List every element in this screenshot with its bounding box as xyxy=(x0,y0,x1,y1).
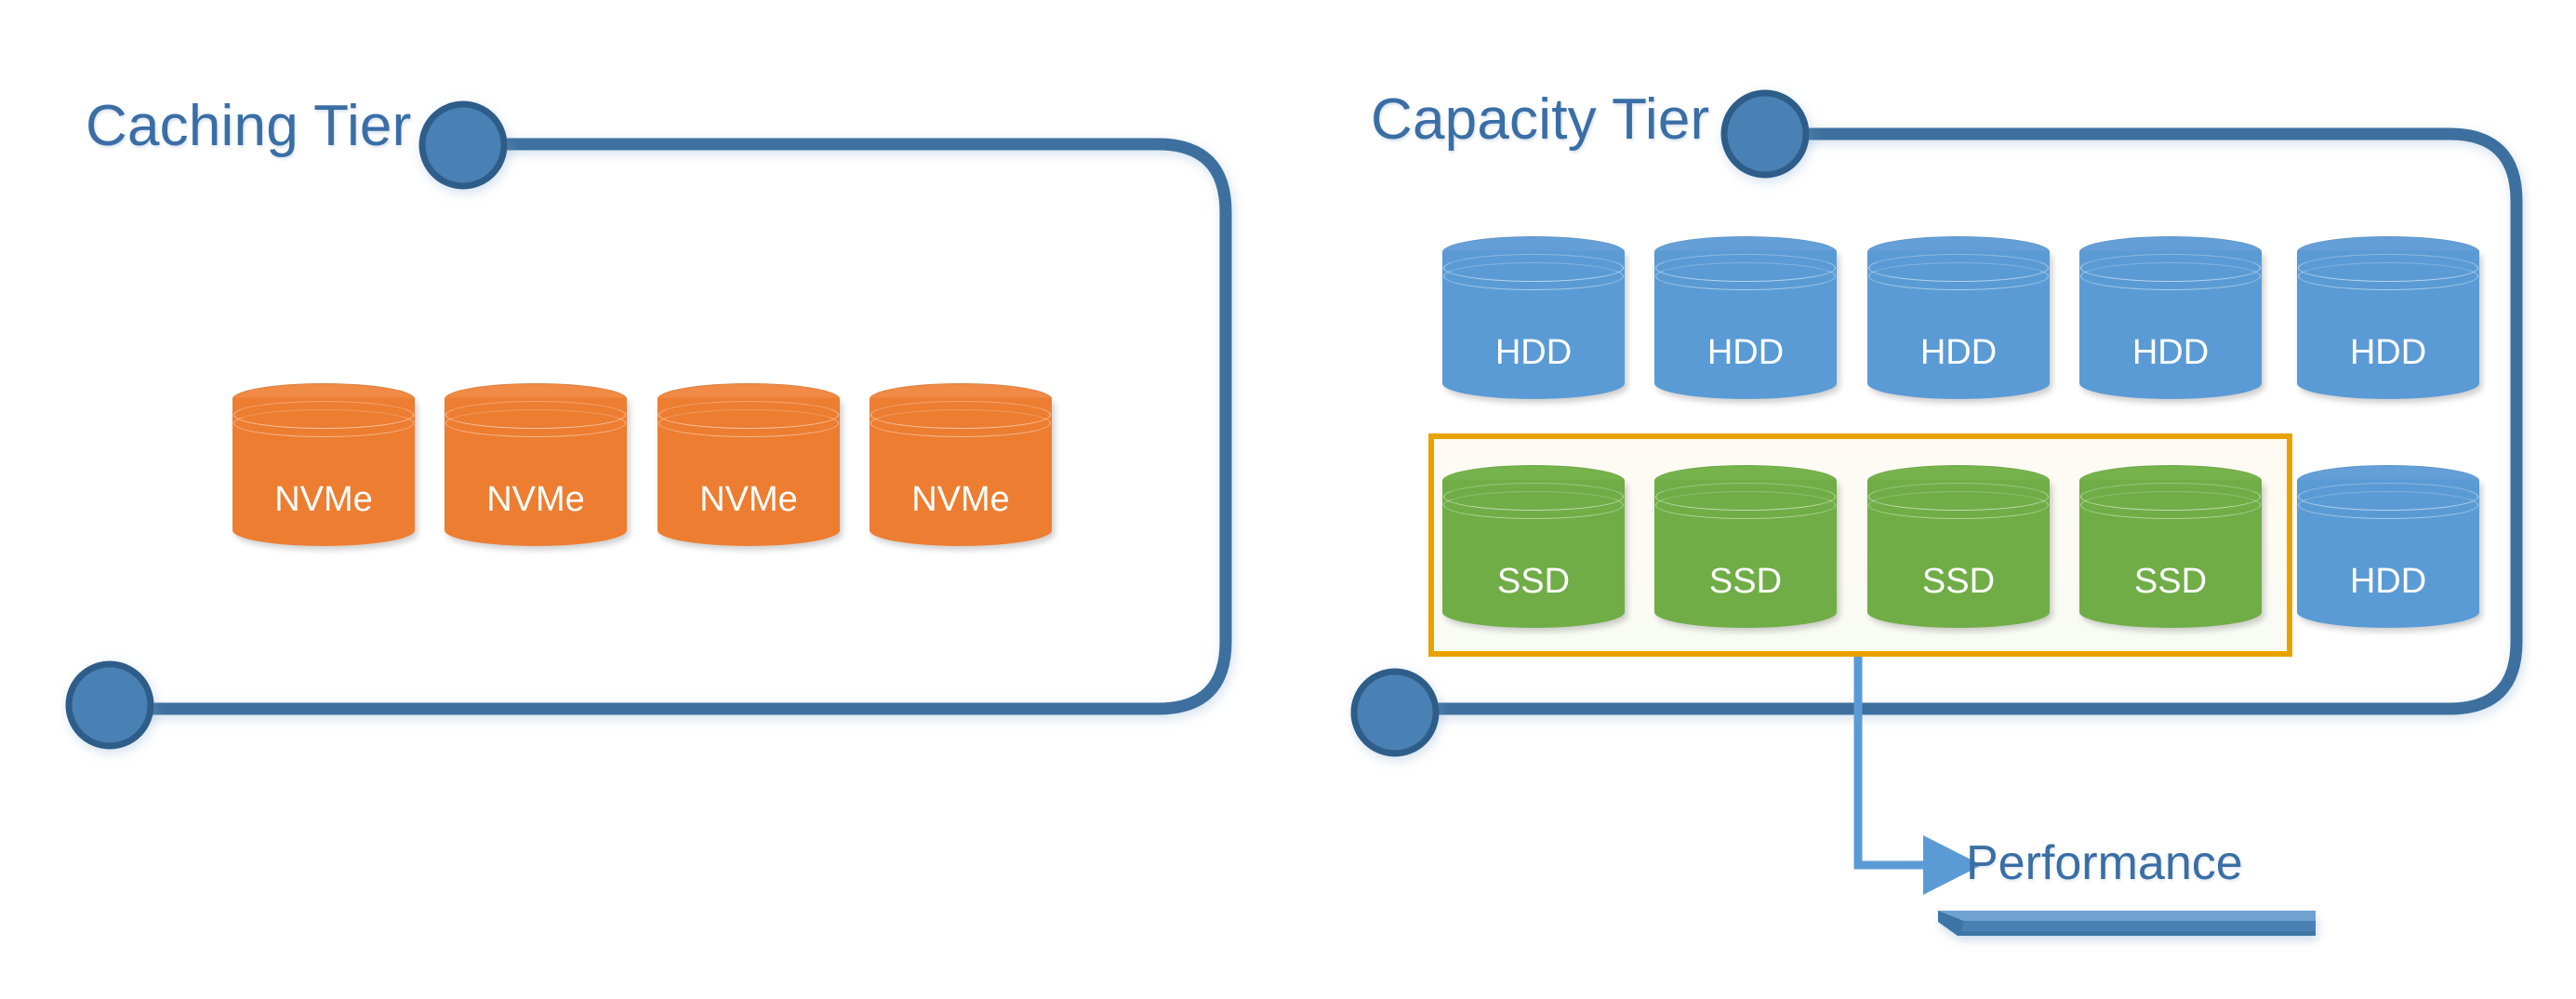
caching-tier-top-node xyxy=(418,100,508,190)
drive-ssd-2[interactable]: SSD xyxy=(1654,465,1837,628)
performance-connector-arrow xyxy=(1853,657,1982,895)
caching-tier-bottom-node xyxy=(65,660,154,750)
drive-label-hdd-top-3: HDD xyxy=(1919,333,1998,372)
drive-label-ssd-2: SSD xyxy=(1708,562,1783,601)
cylinder-ring2-ssd-4 xyxy=(2080,491,2261,519)
drive-nvme-1[interactable]: NVMe xyxy=(232,383,415,546)
capacity-tier-top-node xyxy=(1720,89,1810,179)
diagram-canvas: Caching Tier Capacity Tier NVMe NVMe NVM… xyxy=(0,0,2576,999)
drive-label-hdd-bottom-5: HDD xyxy=(2349,562,2427,601)
drive-hdd-top-3[interactable]: HDD xyxy=(1867,236,2050,399)
cylinder-ring2-hdd-top-5 xyxy=(2298,262,2478,290)
performance-callout-label: Performance xyxy=(1966,836,2243,890)
cylinder-ring2-hdd-top-4 xyxy=(2080,262,2261,290)
cylinder-ring2-ssd-3 xyxy=(1868,491,2049,519)
cylinder-ring2-nvme-3 xyxy=(658,409,839,437)
drive-hdd-top-4[interactable]: HDD xyxy=(2079,236,2262,399)
cylinder-ring2-hdd-top-1 xyxy=(1443,262,1624,290)
cylinder-ring2-ssd-2 xyxy=(1655,491,1836,519)
drive-ssd-1[interactable]: SSD xyxy=(1442,465,1625,628)
drive-hdd-top-1[interactable]: HDD xyxy=(1442,236,1625,399)
cylinder-ring2-hdd-top-2 xyxy=(1655,262,1836,290)
drive-label-hdd-top-4: HDD xyxy=(2131,333,2210,372)
drive-label-nvme-3: NVMe xyxy=(699,480,798,519)
drive-nvme-2[interactable]: NVMe xyxy=(445,383,627,546)
drive-label-nvme-1: NVMe xyxy=(274,480,373,519)
cylinder-ring2-hdd-top-3 xyxy=(1868,262,2049,290)
cylinder-ring2-nvme-4 xyxy=(870,409,1051,437)
capacity-tier-label: Capacity Tier xyxy=(1371,87,1710,152)
drive-label-ssd-1: SSD xyxy=(1496,562,1571,601)
drive-label-ssd-3: SSD xyxy=(1921,562,1996,601)
drive-label-nvme-2: NVMe xyxy=(486,480,585,519)
drive-label-ssd-4: SSD xyxy=(2133,562,2208,601)
drive-label-hdd-top-1: HDD xyxy=(1494,333,1573,372)
drive-ssd-3[interactable]: SSD xyxy=(1867,465,2050,628)
drive-hdd-bottom-5[interactable]: HDD xyxy=(2297,465,2479,628)
drive-label-hdd-top-2: HDD xyxy=(1706,333,1785,372)
drive-label-nvme-4: NVMe xyxy=(911,480,1010,519)
cylinder-ring2-ssd-1 xyxy=(1443,491,1624,519)
drive-hdd-top-5[interactable]: HDD xyxy=(2297,236,2479,399)
drive-ssd-4[interactable]: SSD xyxy=(2079,465,2262,628)
cylinder-ring2-nvme-2 xyxy=(445,409,626,437)
capacity-tier-bottom-node xyxy=(1350,668,1440,757)
drive-label-hdd-top-5: HDD xyxy=(2349,333,2427,372)
drive-hdd-top-2[interactable]: HDD xyxy=(1654,236,1837,399)
performance-bottom-bar xyxy=(1938,911,2316,936)
cylinder-ring2-hdd-bottom-5 xyxy=(2298,491,2478,519)
cylinder-ring2-nvme-1 xyxy=(233,409,414,437)
caching-tier-label: Caching Tier xyxy=(86,94,412,158)
drive-nvme-3[interactable]: NVMe xyxy=(657,383,840,546)
drive-nvme-4[interactable]: NVMe xyxy=(870,383,1052,546)
